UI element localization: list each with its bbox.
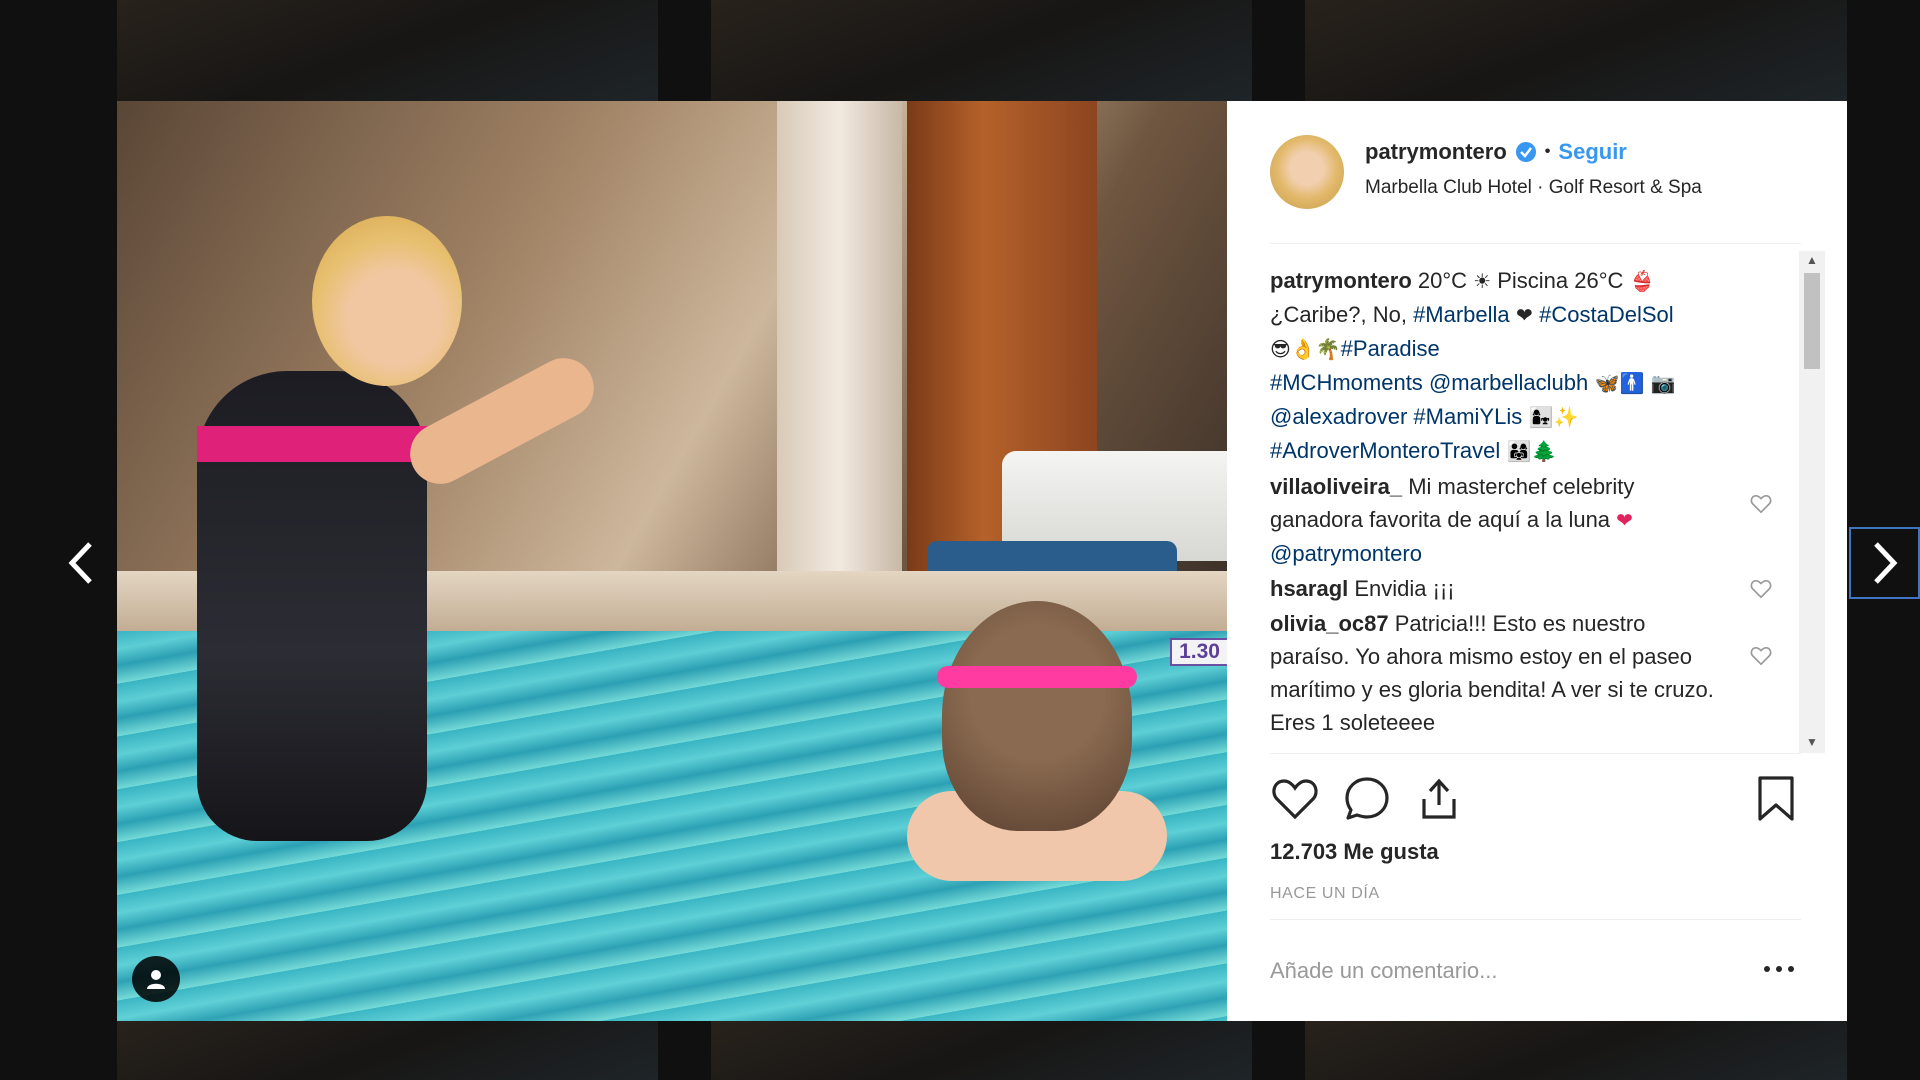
scroll-thumb[interactable] xyxy=(1804,273,1820,369)
photo-goggles xyxy=(937,666,1137,688)
header-user-row: patrymontero • Seguir xyxy=(1365,139,1627,165)
heart-emoji: ❤ xyxy=(1616,508,1633,532)
like-comment-heart-icon[interactable] xyxy=(1750,494,1772,514)
post-modal: 1.30 patrymontero • Seguir Marbella Club… xyxy=(117,101,1847,1021)
caption-text: 20°C xyxy=(1411,268,1474,293)
photo-swimsuit-trim xyxy=(197,426,427,462)
bookmark-icon[interactable] xyxy=(1751,773,1801,823)
comment-username[interactable]: hsaragl xyxy=(1270,576,1348,601)
bikini-emoji: 👙 xyxy=(1629,269,1655,293)
mention-link[interactable]: @alexadrover xyxy=(1270,404,1407,429)
like-heart-icon[interactable] xyxy=(1270,773,1320,823)
like-count[interactable]: 12.703 Me gusta xyxy=(1270,839,1439,865)
hashtag-link[interactable]: #MamiYLis xyxy=(1413,404,1522,429)
emoji-group: 😎👌🌴 xyxy=(1270,337,1341,361)
chevron-left-icon xyxy=(68,542,92,584)
photo-woman-head xyxy=(312,216,462,386)
photo-child-head xyxy=(942,601,1132,831)
emoji-group: 👨‍👩‍👧🌲 xyxy=(1500,439,1557,463)
post-photo[interactable]: 1.30 xyxy=(117,101,1227,1021)
divider xyxy=(1270,919,1801,920)
like-comment-heart-icon[interactable] xyxy=(1750,579,1772,599)
comment-item: olivia_oc87 Patricia!!! Esto es nuestro … xyxy=(1270,607,1780,739)
caption-username[interactable]: patrymontero xyxy=(1270,268,1412,293)
scroll-up-arrow-icon[interactable]: ▲ xyxy=(1799,253,1825,269)
like-comment-heart-icon[interactable] xyxy=(1750,646,1772,666)
comment-username[interactable]: villaoliveira_ xyxy=(1270,474,1402,499)
caption-text: ¿Caribe?, No, xyxy=(1270,302,1414,327)
separator-dot: • xyxy=(1544,143,1551,160)
divider xyxy=(1270,243,1801,244)
emoji-group: 🦋🚹 📷 xyxy=(1588,371,1676,395)
comment-text: Envidia ¡¡¡ xyxy=(1348,576,1455,601)
caption-text: Piscina 26°C xyxy=(1491,268,1630,293)
mention-link[interactable]: @marbellaclubh xyxy=(1429,370,1588,395)
chevron-right-icon xyxy=(1873,542,1897,584)
mention-link[interactable]: @patrymontero xyxy=(1270,541,1422,566)
hashtag-link[interactable]: #Paradise xyxy=(1341,336,1440,361)
user-tag-button[interactable] xyxy=(132,956,180,1002)
pool-depth-marker: 1.30 xyxy=(1170,638,1227,666)
divider xyxy=(1270,753,1801,754)
heart-emoji: ❤ xyxy=(1509,303,1540,327)
more-icon[interactable] xyxy=(1759,959,1799,979)
hashtag-link[interactable]: #Marbella xyxy=(1413,302,1510,327)
post-header: patrymontero • Seguir Marbella Club Hote… xyxy=(1227,101,1847,239)
post-actions xyxy=(1270,773,1801,827)
comments-scrollbar[interactable]: ▲ ▼ xyxy=(1799,251,1825,753)
comment-username[interactable]: olivia_oc87 xyxy=(1270,611,1389,636)
follow-button[interactable]: Seguir xyxy=(1558,139,1626,165)
caption: patrymontero 20°C ☀ Piscina 26°C 👙 ¿Cari… xyxy=(1270,264,1780,468)
hashtag-link[interactable]: #AdroverMonteroTravel xyxy=(1270,438,1500,463)
username-link[interactable]: patrymontero xyxy=(1365,139,1507,165)
share-icon[interactable] xyxy=(1414,773,1464,823)
avatar[interactable] xyxy=(1270,135,1344,209)
sun-emoji: ☀ xyxy=(1473,269,1492,293)
location-link[interactable]: Marbella Club Hotel · Golf Resort & Spa xyxy=(1365,177,1702,199)
previous-post-button[interactable] xyxy=(52,527,110,599)
photo-pillar xyxy=(777,101,902,571)
add-comment-input[interactable] xyxy=(1270,951,1750,991)
scroll-down-arrow-icon[interactable]: ▼ xyxy=(1799,735,1825,751)
hashtag-link[interactable]: #CostaDelSol xyxy=(1539,302,1674,327)
user-tag-icon xyxy=(147,970,165,989)
comment-item: hsaragl Envidia ¡¡¡ xyxy=(1270,572,1780,605)
hashtag-link[interactable]: #MCHmoments xyxy=(1270,370,1423,395)
verified-icon xyxy=(1515,142,1536,162)
next-post-button[interactable] xyxy=(1849,527,1920,599)
comment-icon[interactable] xyxy=(1342,773,1392,823)
emoji-group: 👩‍👧✨ xyxy=(1522,405,1579,429)
post-timestamp[interactable]: HACE UN DÍA xyxy=(1270,885,1380,903)
post-sidebar: patrymontero • Seguir Marbella Club Hote… xyxy=(1227,101,1847,1021)
comment-item: villaoliveira_ Mi masterchef celebrity g… xyxy=(1270,470,1780,570)
